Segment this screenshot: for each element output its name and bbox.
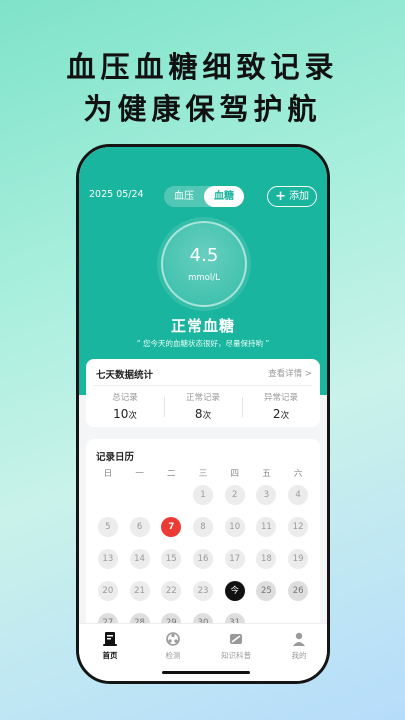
- home-icon: [103, 632, 117, 646]
- calendar-title: 记录日历: [96, 452, 135, 463]
- calendar-day[interactable]: 5: [97, 517, 118, 537]
- weekday-label: 四: [230, 469, 239, 479]
- headline-line2: 为健康保驾护航: [83, 92, 322, 126]
- calendar-day-today[interactable]: 今: [224, 581, 245, 601]
- type-segmented-control: 血压 血糖: [164, 186, 244, 207]
- detect-icon: [166, 632, 180, 646]
- stat-value: 8: [194, 407, 203, 421]
- calendar-day[interactable]: 21: [129, 581, 150, 601]
- tab-home[interactable]: 首页: [80, 631, 140, 661]
- tab-blood-sugar[interactable]: 血糖: [204, 186, 244, 207]
- knowledge-icon: [230, 634, 242, 644]
- calendar-day[interactable]: 12: [288, 517, 309, 537]
- calendar-day[interactable]: 17: [224, 549, 245, 569]
- stat-unit: 次: [128, 411, 137, 421]
- calendar-day[interactable]: 6: [129, 517, 150, 537]
- calendar-day[interactable]: 16: [193, 549, 213, 569]
- weekday-label: 二: [167, 469, 176, 479]
- record-calendar: 记录日历 日 一 二 三 四 五 六 1 2 3 4 5 6 7 8 10 11 12 13 14 15 1…: [86, 439, 320, 639]
- calendar-day[interactable]: 3: [256, 485, 277, 505]
- weekday-label: 一: [135, 469, 144, 479]
- calendar-day[interactable]: 14: [129, 549, 150, 569]
- stat-normal: 正常记录 8次: [164, 391, 242, 421]
- add-label: 添加: [289, 191, 309, 202]
- reading-circle: 4.5 mmol/L: [161, 221, 247, 307]
- calendar-day[interactable]: 23: [193, 581, 213, 601]
- stats-card: 七天数据统计 查看详情 > 总记录 10次 正常记录 8次 异常记录 2次: [86, 359, 320, 427]
- calendar-day[interactable]: 26: [288, 581, 309, 601]
- date-label: 2025 05/24: [89, 189, 144, 200]
- plus-icon: +: [275, 189, 286, 204]
- phone-frame: 2025 05/24 血压 血糖 + 添加 4.5 mmol/L 正常血糖 “ …: [76, 144, 330, 684]
- stat-value: 10: [113, 407, 129, 421]
- calendar-day[interactable]: 1: [193, 485, 213, 505]
- headline-line1: 血压血糖细致记录: [66, 50, 339, 84]
- calendar-day[interactable]: 19: [288, 549, 309, 569]
- home-indicator: [162, 671, 250, 674]
- calendar-day[interactable]: 20: [97, 581, 118, 601]
- weekday-label: 六: [293, 469, 303, 479]
- weekday-label: 五: [262, 469, 271, 479]
- hero-panel: 2025 05/24 血压 血糖 + 添加 4.5 mmol/L 正常血糖 “ …: [79, 147, 327, 395]
- stat-abnormal: 异常记录 2次: [242, 391, 320, 421]
- stat-label: 异常记录: [263, 393, 298, 403]
- calendar-day[interactable]: 2: [224, 485, 245, 505]
- add-button[interactable]: + 添加: [267, 186, 317, 207]
- tab-profile[interactable]: 我的: [269, 631, 327, 661]
- bottom-tab-bar: 首页 检测 知识科普 我的: [79, 623, 327, 681]
- reading-status: 正常血糖: [170, 317, 235, 335]
- tab-detect[interactable]: 检测: [143, 631, 203, 661]
- calendar-day[interactable]: 7: [161, 517, 182, 537]
- calendar-day[interactable]: 4: [288, 485, 309, 505]
- calendar-day[interactable]: 15: [161, 549, 182, 569]
- calendar-day[interactable]: 22: [161, 581, 182, 601]
- calendar-day[interactable]: 18: [256, 549, 277, 569]
- reading-unit: mmol/L: [188, 273, 220, 283]
- calendar-day[interactable]: 13: [97, 549, 118, 569]
- weekday-header: 日 一 二 三 四 五 六: [92, 467, 314, 479]
- stat-value: 2: [272, 407, 281, 421]
- tab-label: 检测: [165, 651, 181, 660]
- calendar-day[interactable]: 25: [256, 581, 277, 601]
- tab-label: 我的: [291, 651, 307, 660]
- calendar-day[interactable]: 11: [256, 517, 277, 537]
- divider: [94, 385, 312, 386]
- tab-blood-pressure[interactable]: 血压: [164, 186, 204, 207]
- weekday-label: 日: [103, 469, 113, 479]
- reading-value: 4.5: [189, 245, 219, 266]
- stat-total: 总记录 10次: [86, 391, 164, 421]
- tab-knowledge[interactable]: 知识科普: [206, 631, 266, 661]
- reading-tip: “ 您今天的血糖状态很好，尽量保持哟 ”: [136, 339, 270, 348]
- stat-label: 总记录: [112, 393, 138, 403]
- profile-icon: [293, 632, 305, 646]
- stat-label: 正常记录: [185, 393, 220, 403]
- calendar-day[interactable]: 8: [193, 517, 213, 537]
- weekday-label: 三: [198, 469, 208, 479]
- stat-unit: 次: [280, 411, 290, 421]
- tab-label: 知识科普: [221, 651, 251, 660]
- stats-title: 七天数据统计: [96, 370, 154, 381]
- stat-unit: 次: [202, 411, 212, 421]
- tab-label: 首页: [102, 651, 118, 660]
- calendar-day[interactable]: 10: [224, 517, 245, 537]
- view-details-link[interactable]: 查看详情 >: [268, 367, 312, 379]
